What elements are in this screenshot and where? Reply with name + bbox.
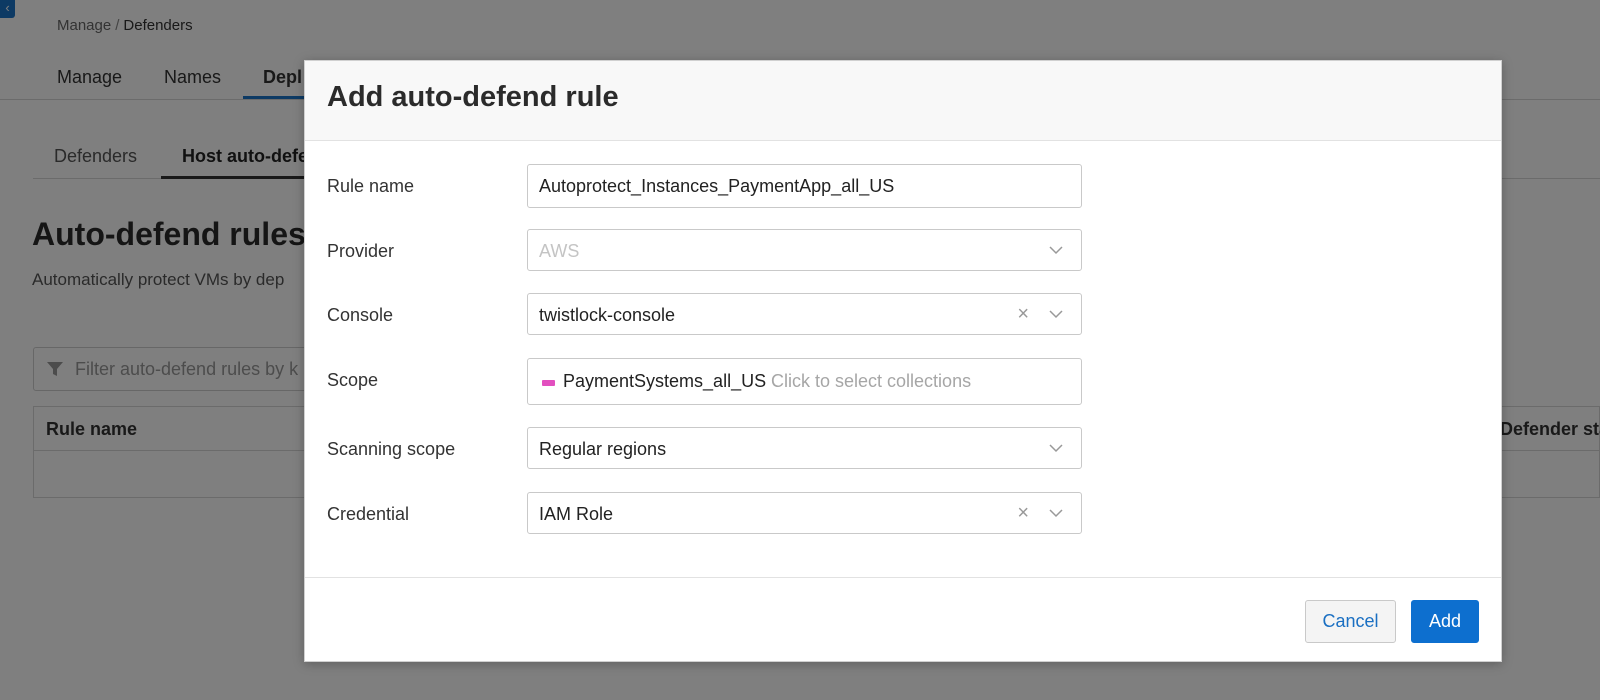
add-rule-dialog: Add auto-defend rule Rule name Autoprote… — [304, 60, 1502, 662]
console-value: twistlock-console — [539, 305, 676, 325]
rule-name-row: Rule name Autoprotect_Instances_PaymentA… — [305, 164, 1501, 208]
scanning-scope-value: Regular regions — [539, 439, 667, 459]
rule-name-input[interactable]: Autoprotect_Instances_PaymentApp_all_US — [527, 164, 1082, 208]
cancel-button[interactable]: Cancel — [1305, 600, 1396, 643]
chevron-down-icon — [1049, 246, 1063, 255]
dialog-footer: Cancel Add — [305, 577, 1501, 663]
credential-select[interactable]: IAM Role × — [527, 492, 1082, 534]
rule-name-value: Autoprotect_Instances_PaymentApp_all_US — [539, 176, 895, 196]
console-select[interactable]: twistlock-console × — [527, 293, 1082, 335]
provider-value: AWS — [539, 241, 580, 261]
scope-placeholder: Click to select collections — [771, 371, 972, 391]
scope-row: Scope PaymentSystems_all_US Click to sel… — [305, 358, 1501, 405]
credential-row: Credential IAM Role × — [305, 492, 1501, 536]
scope-select[interactable]: PaymentSystems_all_US Click to select co… — [527, 358, 1082, 405]
provider-select: AWS — [527, 229, 1082, 271]
console-label: Console — [327, 305, 394, 325]
provider-label: Provider — [327, 241, 395, 261]
scope-label: Scope — [327, 370, 379, 390]
clear-icon[interactable]: × — [1017, 304, 1029, 324]
scope-collection-tag[interactable]: PaymentSystems_all_US — [563, 371, 766, 392]
credential-value: IAM Role — [539, 504, 614, 524]
credential-label: Credential — [327, 504, 410, 524]
scanning-scope-select[interactable]: Regular regions — [527, 427, 1082, 469]
chevron-down-icon[interactable] — [1049, 307, 1063, 321]
dialog-header: Add auto-defend rule — [305, 61, 1501, 141]
scanning-scope-row: Scanning scope Regular regions — [305, 427, 1501, 471]
provider-row: Provider AWS — [305, 229, 1501, 273]
rule-name-label: Rule name — [327, 176, 415, 196]
chevron-down-icon[interactable] — [1049, 441, 1063, 455]
chevron-down-icon[interactable] — [1049, 506, 1063, 520]
scanning-scope-label: Scanning scope — [327, 439, 456, 459]
dialog-title: Add auto-defend rule — [327, 81, 619, 113]
clear-icon[interactable]: × — [1017, 503, 1029, 523]
collection-color-swatch — [542, 380, 555, 386]
console-row: Console twistlock-console × — [305, 293, 1501, 337]
add-button[interactable]: Add — [1411, 600, 1479, 643]
